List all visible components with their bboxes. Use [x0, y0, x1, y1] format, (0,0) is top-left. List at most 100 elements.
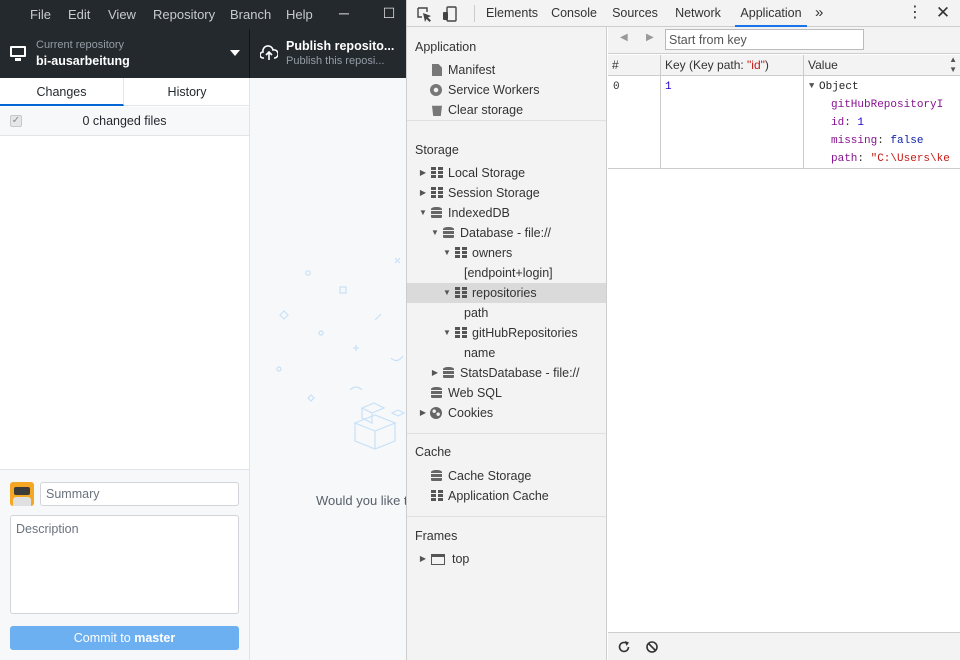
value-header-label: Value	[808, 58, 838, 72]
tab-network[interactable]: Network	[670, 0, 726, 27]
start-key-input[interactable]	[665, 29, 864, 50]
cookie-icon	[430, 407, 442, 419]
data-view-toolbar: ◀ ▶	[608, 27, 960, 54]
current-repository-button[interactable]: Current repository bi-ausarbeitung	[0, 29, 250, 78]
tab-history[interactable]: History	[125, 78, 249, 106]
sidebar-item-application-cache[interactable]: Application Cache	[407, 486, 606, 506]
sidebar-item-service-workers[interactable]: Service Workers	[407, 80, 606, 100]
description-input[interactable]	[10, 515, 239, 614]
expand-arrow-icon[interactable]: ▶	[418, 163, 428, 183]
column-divider	[803, 55, 804, 169]
clear-object-store-icon[interactable]	[645, 640, 659, 654]
key-header-prefix: Key (Key path:	[665, 58, 748, 72]
expand-arrow-icon[interactable]: ▶	[418, 403, 428, 423]
menu-edit[interactable]: Edit	[68, 0, 90, 29]
avatar	[10, 482, 34, 506]
sidebar-item-cookies[interactable]: ▶ Cookies	[407, 403, 606, 423]
next-page-icon[interactable]: ▶	[646, 32, 654, 43]
commit-button[interactable]: Commit to master	[10, 626, 239, 650]
commit-button-prefix: Commit to	[73, 631, 135, 645]
section-cache: Cache Cache Storage Application Cache	[407, 435, 606, 517]
tab-application[interactable]: Application	[735, 0, 807, 27]
sidebar-item-frame-top[interactable]: ▶ top	[407, 549, 606, 569]
sidebar-item-label: owners	[472, 246, 513, 260]
publish-repository-button[interactable]: Publish reposito... Publish this reposi.…	[251, 29, 406, 78]
database-icon	[443, 227, 454, 239]
menu-file[interactable]: File	[30, 0, 51, 29]
changes-sidebar: Changes History 0 changed files ✓ Commit…	[0, 78, 250, 660]
sort-icon[interactable]: ▲ ▼	[949, 55, 957, 75]
tab-sources[interactable]: Sources	[609, 0, 661, 27]
sidebar-item-local-storage[interactable]: ▶ Local Storage	[407, 163, 606, 183]
collapse-arrow-icon[interactable]: ▼	[442, 323, 452, 343]
menu-help[interactable]: Help	[286, 0, 313, 29]
sidebar-item-stats-database[interactable]: ▶ StatsDatabase - file://	[407, 363, 606, 383]
github-desktop-window: File Edit View Repository Branch Help ─ …	[0, 0, 406, 660]
sidebar-item-database[interactable]: ▼ Database - file://	[407, 223, 606, 243]
menu-branch[interactable]: Branch	[230, 0, 271, 29]
expand-arrow-icon[interactable]: ▶	[430, 363, 440, 383]
sidebar-item-label: StatsDatabase - file://	[460, 366, 580, 380]
select-all-checkbox[interactable]: ✓	[10, 115, 22, 127]
data-view-bottom-bar	[608, 632, 960, 660]
expand-arrow-icon[interactable]: ▶	[418, 183, 428, 203]
key-path-value: "id"	[747, 58, 765, 72]
sidebar-item-label: Cookies	[448, 406, 494, 420]
menu-bar: File Edit View Repository Branch Help ─ …	[0, 0, 406, 29]
sidebar-item-indexeddb[interactable]: ▼ IndexedDB	[407, 203, 606, 223]
sidebar-item-repositories-index[interactable]: path	[407, 303, 606, 323]
section-application: Application Manifest Service Workers Cle…	[407, 27, 606, 121]
column-header-index[interactable]: #	[608, 55, 660, 76]
close-devtools-icon[interactable]: ✕	[934, 3, 952, 23]
trash-icon	[432, 105, 442, 116]
device-toolbar-icon[interactable]	[441, 5, 459, 23]
summary-input[interactable]	[40, 482, 239, 506]
previous-page-icon[interactable]: ◀	[620, 32, 628, 43]
sidebar-item-label: Service Workers	[448, 83, 540, 97]
sidebar-item-label: name	[464, 346, 496, 360]
sidebar-item-clear-storage[interactable]: Clear storage	[407, 100, 606, 120]
indexeddb-data-view: ◀ ▶ # Key (Key path: "id") Value ▲▼ 0 1 …	[608, 27, 960, 660]
column-header-key[interactable]: Key (Key path: "id")	[661, 55, 803, 76]
sidebar-item-github-repositories-index[interactable]: name	[407, 343, 606, 363]
toolbar: Current repository bi-ausarbeitung Publi…	[0, 29, 406, 78]
value-prop-name: gitHubRepositoryI	[831, 99, 944, 111]
table-icon	[455, 327, 467, 339]
refresh-icon[interactable]	[617, 640, 631, 654]
collapse-arrow-icon[interactable]: ▼	[442, 243, 452, 263]
tab-console[interactable]: Console	[547, 0, 601, 27]
menu-repository[interactable]: Repository	[153, 0, 215, 29]
menu-view[interactable]: View	[108, 0, 136, 29]
sidebar-item-label: path	[464, 306, 489, 320]
minimize-button[interactable]: ─	[329, 0, 359, 29]
collapse-arrow-icon[interactable]: ▼	[418, 203, 428, 223]
maximize-button[interactable]: ☐	[374, 0, 404, 29]
table-icon	[431, 187, 443, 199]
sidebar-item-session-storage[interactable]: ▶ Session Storage	[407, 183, 606, 203]
collapse-arrow-icon[interactable]: ▼	[430, 223, 440, 243]
devtools-menu-icon[interactable]: ⋮	[907, 4, 923, 22]
more-tabs-icon[interactable]: »	[815, 3, 823, 23]
inspect-element-icon[interactable]	[415, 5, 433, 23]
sidebar-item-owners-index[interactable]: [endpoint+login]	[407, 263, 606, 283]
sidebar-item-github-repositories[interactable]: ▼ gitHubRepositories	[407, 323, 606, 343]
expand-arrow-icon[interactable]: ▶	[418, 549, 428, 569]
tab-changes[interactable]: Changes	[0, 78, 124, 106]
sidebar-item-label: Database - file://	[460, 226, 552, 240]
column-header-value[interactable]: Value ▲ ▼	[804, 55, 960, 76]
tab-elements[interactable]: Elements	[482, 0, 542, 27]
collapse-arrow-icon[interactable]: ▼	[809, 81, 814, 91]
sidebar-item-label: gitHubRepositories	[472, 326, 578, 340]
sidebar-item-web-sql[interactable]: Web SQL	[407, 383, 606, 403]
table-icon	[455, 247, 467, 259]
sidebar-item-label: IndexedDB	[448, 206, 510, 220]
database-icon	[443, 367, 454, 379]
table-icon	[431, 490, 443, 502]
sidebar-item-repositories[interactable]: ▼ repositories	[407, 283, 606, 303]
sidebar-item-owners[interactable]: ▼ owners	[407, 243, 606, 263]
sidebar-item-label: Manifest	[448, 63, 496, 77]
row-value[interactable]: ▼ Object gitHubRepositoryI id: 1 missing…	[809, 81, 959, 167]
collapse-arrow-icon[interactable]: ▼	[442, 283, 452, 303]
sidebar-item-manifest[interactable]: Manifest	[407, 60, 606, 80]
sidebar-item-cache-storage[interactable]: Cache Storage	[407, 466, 606, 486]
